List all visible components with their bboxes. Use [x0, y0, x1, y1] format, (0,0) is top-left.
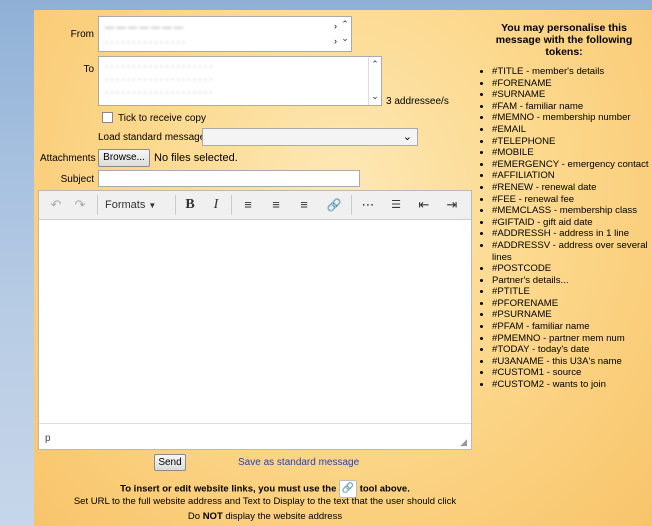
token-item: #MEMNO - membership number	[492, 112, 650, 124]
token-item: #RENEW - renewal date	[492, 182, 650, 194]
files-status: No files selected.	[154, 152, 238, 164]
to-recipients[interactable]: · · · · · · · · · · · · · · · · · · · · …	[98, 56, 382, 106]
from-label: From	[70, 29, 94, 40]
token-item: #PSURNAME	[492, 309, 650, 321]
token-item: #EMERGENCY - emergency contact	[492, 159, 650, 171]
subject-input[interactable]	[98, 170, 360, 187]
chevron-up-icon[interactable]: ⌃	[339, 17, 351, 31]
token-item: #CUSTOM2 - wants to join	[492, 379, 650, 391]
to-line-1: · · · · · · · · · · · · · · · · · · · ·	[105, 61, 213, 71]
editor-body[interactable]	[39, 219, 471, 421]
link-instruction-line-3: Do NOT display the website address	[40, 511, 490, 522]
from-scroll[interactable]: ⌃ ⌄	[339, 17, 351, 51]
chevron-right-icon: ›	[334, 36, 337, 46]
token-item: #CUSTOM1 - source	[492, 367, 650, 379]
resize-handle-icon[interactable]: ◢	[460, 437, 467, 448]
token-item: #U3ANAME - this U3A's name	[492, 356, 650, 368]
link-instruction-line-2: Set URL to the full website address and …	[73, 496, 457, 507]
indent-icon[interactable]: ⇥	[441, 194, 463, 216]
token-item: #PFAM - familiar name	[492, 321, 650, 333]
editor-statusbar: p ◢	[39, 423, 471, 450]
token-item: #MEMCLASS - membership class	[492, 205, 650, 217]
token-item: #MOBILE	[492, 147, 650, 159]
instruction-text: tool above.	[359, 483, 410, 495]
align-right-icon[interactable]: ≡	[293, 194, 315, 216]
chevron-down-icon[interactable]: ⌄	[339, 31, 351, 45]
token-item: #FAM - familiar name	[492, 101, 650, 113]
from-select[interactable]: — — — — — — — · · · · · · · · · · · · · …	[98, 16, 352, 52]
toolbar-separator	[175, 195, 176, 215]
redo-icon[interactable]: ↷	[69, 194, 91, 216]
receive-copy-label: Tick to receive copy	[118, 113, 206, 124]
token-item: #EMAIL	[492, 124, 650, 136]
token-item: #SURNAME	[492, 89, 650, 101]
addressee-count: 3 addressee/s	[386, 96, 449, 107]
chevron-up-icon[interactable]: ⌃	[369, 57, 381, 71]
undo-icon[interactable]: ↶	[45, 194, 67, 216]
instruction-text: display the website address	[225, 511, 343, 522]
email-form-panel: From — — — — — — — · · · · · · · · · · ·…	[34, 10, 652, 526]
toolbar-separator	[231, 195, 232, 215]
link-icon[interactable]: 🔗	[323, 194, 345, 216]
load-message-label: Load standard message	[98, 132, 206, 143]
toolbar-separator	[97, 195, 98, 215]
chevron-down-icon: ⌄	[402, 131, 412, 143]
bullet-list-icon[interactable]: ⋯	[357, 194, 379, 216]
subject-label: Subject	[60, 174, 94, 185]
formats-dropdown[interactable]: Formats ▼	[105, 194, 169, 216]
token-item: #AFFILIATION	[492, 170, 650, 182]
token-item: #GIFTAID - gift aid date	[492, 217, 650, 229]
italic-icon[interactable]: I	[205, 194, 227, 216]
tokens-panel: You may personalise this message with th…	[478, 22, 650, 391]
browse-button[interactable]: Browse...	[98, 149, 150, 167]
instruction-text: To insert or edit website links, you mus…	[120, 483, 337, 495]
bold-icon[interactable]: B	[179, 194, 201, 216]
from-line-1: — — — — — — —	[105, 22, 184, 32]
token-item: #FEE - renewal fee	[492, 194, 650, 206]
attachments-label: Attachments	[40, 153, 96, 164]
align-left-icon[interactable]: ≡	[237, 194, 259, 216]
token-item: #TODAY - today's date	[492, 344, 650, 356]
instruction-text: Do	[187, 511, 201, 522]
editor-toolbar: ↶ ↷ Formats ▼ B I ≡ ≡ ≡ 🔗 ⋯ ☰ ⇤ ⇥	[39, 191, 471, 220]
token-item: #POSTCODE	[492, 263, 650, 275]
load-message-select[interactable]: ⌄	[202, 128, 418, 146]
token-item: #PMEMNO - partner mem num	[492, 333, 650, 345]
token-item: #ADDRESSH - address in 1 line	[492, 228, 650, 240]
receive-copy-checkbox[interactable]	[102, 112, 113, 123]
token-item: Partner's details...	[492, 275, 650, 287]
tokens-list: #TITLE - member's details#FORENAME#SURNA…	[478, 66, 650, 391]
numbered-list-icon[interactable]: ☰	[385, 194, 407, 216]
token-item: #ADDRESSV - address over several lines	[492, 240, 650, 263]
from-line-2: · · · · · · · · · · · · · · ·	[105, 37, 185, 47]
token-item: #PFORENAME	[492, 298, 650, 310]
token-item: #FORENAME	[492, 78, 650, 90]
align-center-icon[interactable]: ≡	[265, 194, 287, 216]
caret-down-icon: ▼	[148, 201, 157, 210]
tokens-title: You may personalise this message with th…	[495, 22, 633, 58]
toolbar-separator	[351, 195, 352, 215]
token-item: #TELEPHONE	[492, 136, 650, 148]
to-line-2: · · · · · · · · · · · · · · · · · · · ·	[105, 74, 213, 84]
rich-text-editor[interactable]: ↶ ↷ Formats ▼ B I ≡ ≡ ≡ 🔗 ⋯ ☰ ⇤ ⇥ p ◢	[38, 190, 472, 450]
send-button[interactable]: Send	[154, 454, 186, 471]
chevron-right-icon: ›	[334, 21, 337, 31]
token-item: #TITLE - member's details	[492, 66, 650, 78]
formats-label: Formats	[105, 199, 146, 211]
to-line-3: · · · · · · · · · · · · · · · · · · · ·	[105, 87, 213, 97]
chevron-down-icon[interactable]: ⌄	[369, 89, 381, 103]
save-standard-message-link[interactable]: Save as standard message	[238, 457, 359, 468]
outdent-icon[interactable]: ⇤	[413, 194, 435, 216]
to-scroll[interactable]: ⌃ ⌄	[368, 57, 381, 105]
to-label: To	[83, 64, 94, 75]
token-item: #PTITLE	[492, 286, 650, 298]
instruction-emphasis: NOT	[202, 511, 223, 522]
element-path: p	[45, 433, 51, 444]
